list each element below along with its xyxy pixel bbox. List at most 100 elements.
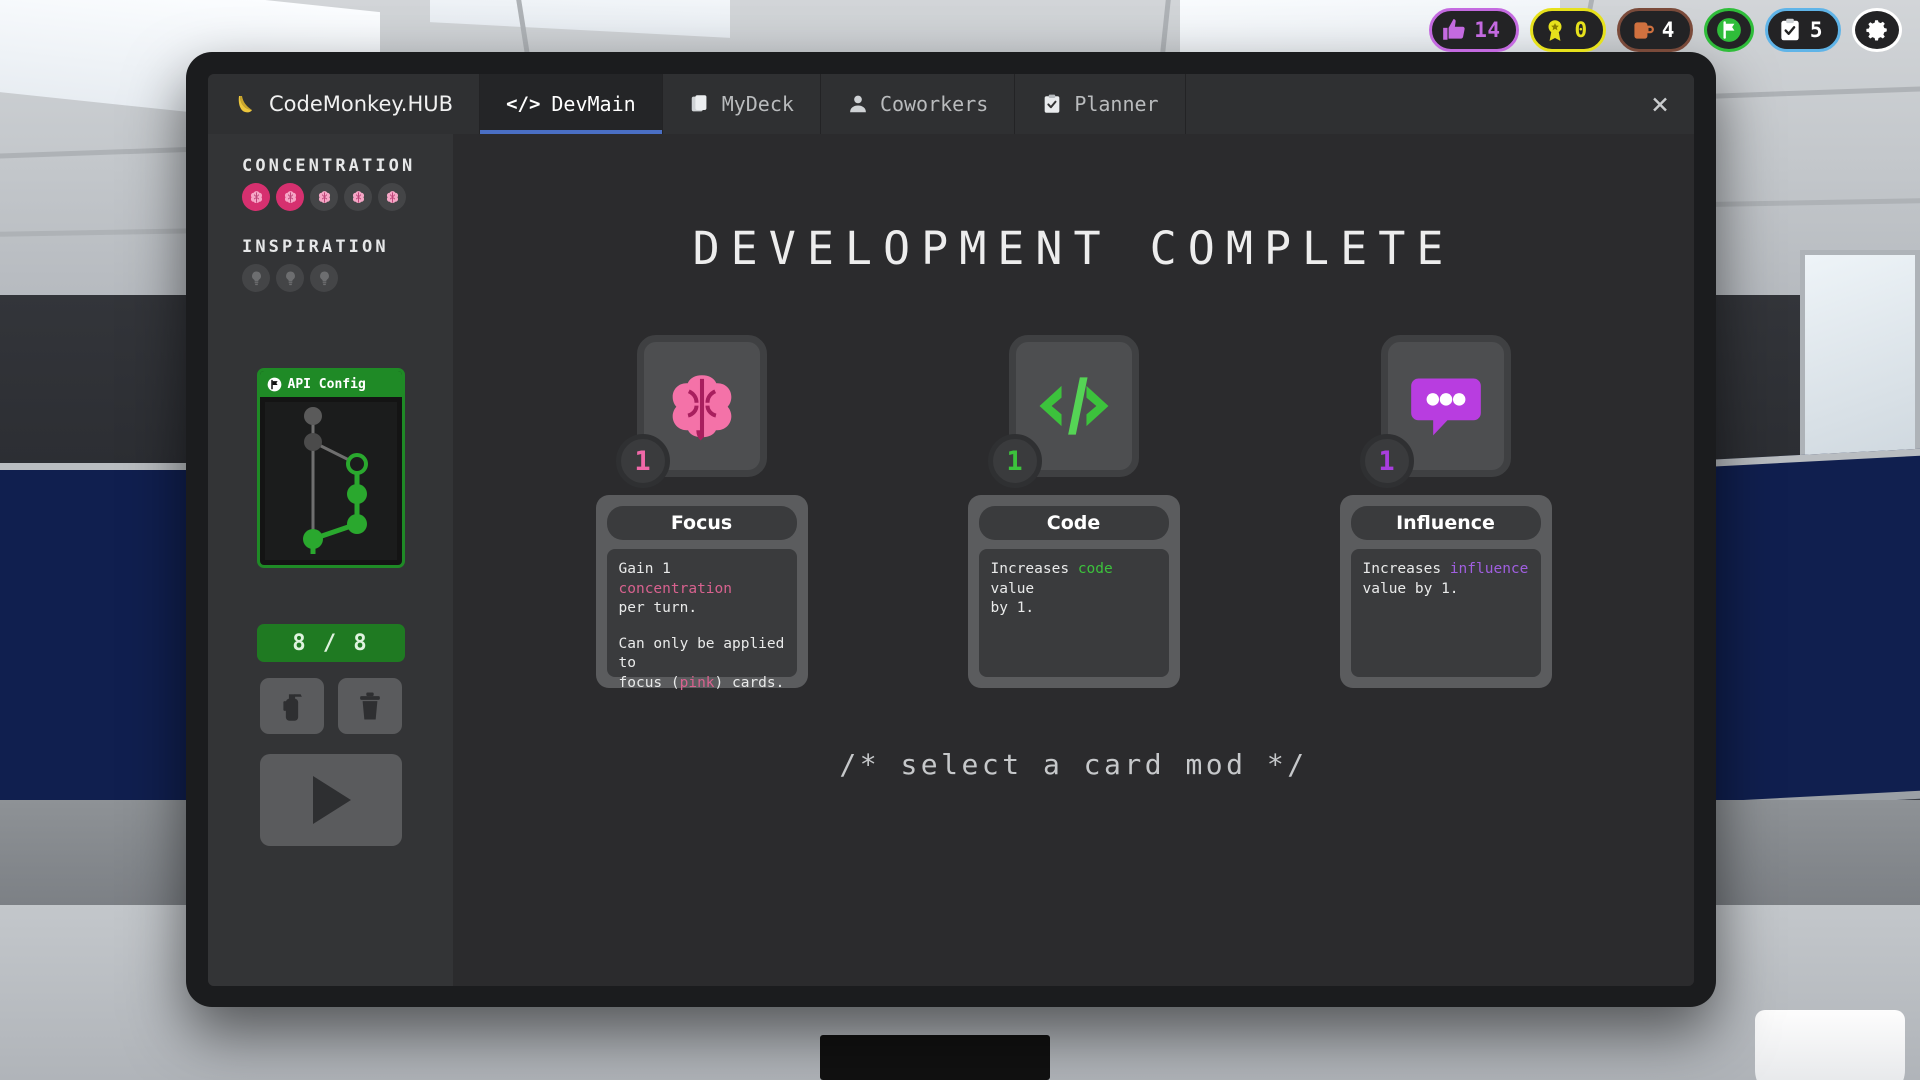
code-brackets-icon [1030, 362, 1118, 450]
card-mod-code-description-text: Increases code value by 1. [979, 549, 1169, 677]
status-pill-tasks[interactable]: 5 [1765, 8, 1841, 52]
tab-mydeck-label: MyDeck [722, 92, 794, 116]
brain-icon [315, 188, 334, 207]
description-segment: ) cards. [715, 675, 785, 691]
description-paragraph: Increases influence value by 1. [1363, 560, 1529, 599]
card-mod-influence-level-badge: 1 [1360, 434, 1414, 488]
settings-button[interactable] [1852, 8, 1902, 52]
fire-extinguisher-button[interactable] [260, 678, 324, 734]
tab-mydeck[interactable]: MyDeck [663, 74, 821, 134]
brain-icon [383, 188, 402, 207]
inspiration-orb [310, 264, 338, 292]
description-paragraph: Gain 1 concentration per turn. [619, 560, 785, 619]
concentration-meter [242, 183, 406, 211]
window [1800, 250, 1920, 480]
medal-icon [1542, 17, 1568, 43]
card-mod-code[interactable]: 1 Code Increases code value by 1. [968, 335, 1180, 688]
description-segment: concentration [619, 581, 733, 597]
card-mod-focus-level-badge: 1 [616, 434, 670, 488]
trash-icon [355, 690, 385, 722]
tab-bar: CodeMonkey.HUB </> DevMain MyDeck Cowork… [208, 74, 1694, 134]
status-pill-flag[interactable] [1704, 8, 1754, 52]
card-mod-influence-title: Influence [1351, 506, 1541, 540]
banana-icon [234, 92, 258, 116]
concentration-orb [310, 183, 338, 211]
inspiration-label: INSPIRATION [242, 237, 389, 257]
coffee-mug-icon [1629, 17, 1655, 43]
card-mod-options: 1 Focus Gain 1 concentration per turn.Can … [453, 335, 1694, 688]
game-screen: CodeMonkey.HUB </> DevMain MyDeck Cowork… [208, 74, 1694, 986]
concentration-orb [344, 183, 372, 211]
api-config-graph [265, 402, 397, 560]
card-mod-influence-description-card[interactable]: Influence Increases influence value by 1. [1340, 495, 1552, 688]
card-mod-code-icon-tile[interactable]: 1 [1009, 335, 1139, 477]
status-pill-awards[interactable]: 0 [1530, 8, 1606, 52]
card-mod-focus-icon-tile[interactable]: 1 [637, 335, 767, 477]
status-pill-likes-value: 14 [1474, 18, 1500, 42]
cards-icon [689, 93, 711, 115]
inspiration-orb [276, 264, 304, 292]
description-segment: Gain 1 [619, 561, 680, 577]
tab-planner[interactable]: Planner [1015, 74, 1185, 134]
monitor-frame: CodeMonkey.HUB </> DevMain MyDeck Cowork… [186, 52, 1716, 1007]
gear-icon [1864, 17, 1890, 43]
tab-codemonkey-hub-label: CodeMonkey.HUB [269, 92, 453, 116]
close-window-button[interactable]: × [1626, 74, 1694, 134]
tab-planner-label: Planner [1074, 92, 1158, 116]
description-segment: pink [680, 675, 715, 691]
card-mod-focus[interactable]: 1 Focus Gain 1 concentration per turn.Can … [596, 335, 808, 688]
clipboard-check-icon [1777, 17, 1803, 43]
card-mod-focus-title: Focus [607, 506, 797, 540]
lightbulb-icon [247, 269, 266, 288]
tab-bar-filler [1186, 74, 1626, 134]
play-button[interactable] [260, 754, 402, 846]
person-icon [847, 93, 869, 115]
play-icon [308, 773, 354, 827]
clipboard-check-icon [1041, 93, 1063, 115]
flag-icon [267, 377, 282, 392]
brain-icon [281, 188, 300, 207]
api-config-card[interactable]: API Config [257, 368, 405, 568]
inspiration-orb [242, 264, 270, 292]
status-pill-awards-value: 0 [1575, 18, 1588, 42]
card-mod-influence-description-text: Increases influence value by 1. [1351, 549, 1541, 677]
card-mod-code-level-badge: 1 [988, 434, 1042, 488]
description-segment: Increases [1363, 561, 1450, 577]
card-mod-focus-description-text: Gain 1 concentration per turn.Can only b… [607, 549, 797, 677]
concentration-orb [242, 183, 270, 211]
concentration-orb [276, 183, 304, 211]
tab-devmain[interactable]: </> DevMain [480, 74, 663, 134]
status-pill-coffee[interactable]: 4 [1617, 8, 1693, 52]
code-brackets-icon: </> [506, 93, 540, 115]
main-panel: DEVELOPMENT COMPLETE 1 Focus Gain 1 concen… [453, 134, 1694, 986]
description-paragraph: Can only be applied to focus (pink) card… [619, 635, 785, 694]
work-area: CONCENTRATION INSPIRATION API Config [208, 134, 1694, 986]
tab-coworkers-label: Coworkers [880, 92, 988, 116]
concentration-label: CONCENTRATION [242, 156, 415, 176]
card-mod-code-title: Code [979, 506, 1169, 540]
status-pill-likes[interactable]: 14 [1429, 8, 1518, 52]
page-title: DEVELOPMENT COMPLETE [453, 222, 1694, 275]
description-segment: Increases [991, 561, 1078, 577]
thumbs-up-icon [1441, 17, 1467, 43]
brain-icon [247, 188, 266, 207]
card-mod-influence[interactable]: 1 Influence Increases influence value by 1… [1340, 335, 1552, 688]
coffee-mug [1755, 1010, 1905, 1080]
tab-codemonkey-hub[interactable]: CodeMonkey.HUB [208, 74, 480, 134]
description-segment: influence [1450, 561, 1529, 577]
description-segment: value by 1. [1363, 581, 1459, 597]
card-mod-influence-icon-tile[interactable]: 1 [1381, 335, 1511, 477]
status-pill-coffee-value: 4 [1662, 18, 1675, 42]
inspiration-meter [242, 264, 338, 292]
deck-counter: 8 / 8 [257, 624, 405, 662]
brain-icon [349, 188, 368, 207]
lightbulb-icon [315, 269, 334, 288]
branch-graph-icon [265, 402, 403, 560]
trash-button[interactable] [338, 678, 402, 734]
tab-coworkers[interactable]: Coworkers [821, 74, 1015, 134]
card-mod-focus-description-card[interactable]: Focus Gain 1 concentration per turn.Can o… [596, 495, 808, 688]
sidebar-button-row [260, 678, 402, 734]
speech-bubble-icon [1402, 362, 1490, 450]
status-pill-tasks-value: 5 [1810, 18, 1823, 42]
card-mod-code-description-card[interactable]: Code Increases code value by 1. [968, 495, 1180, 688]
